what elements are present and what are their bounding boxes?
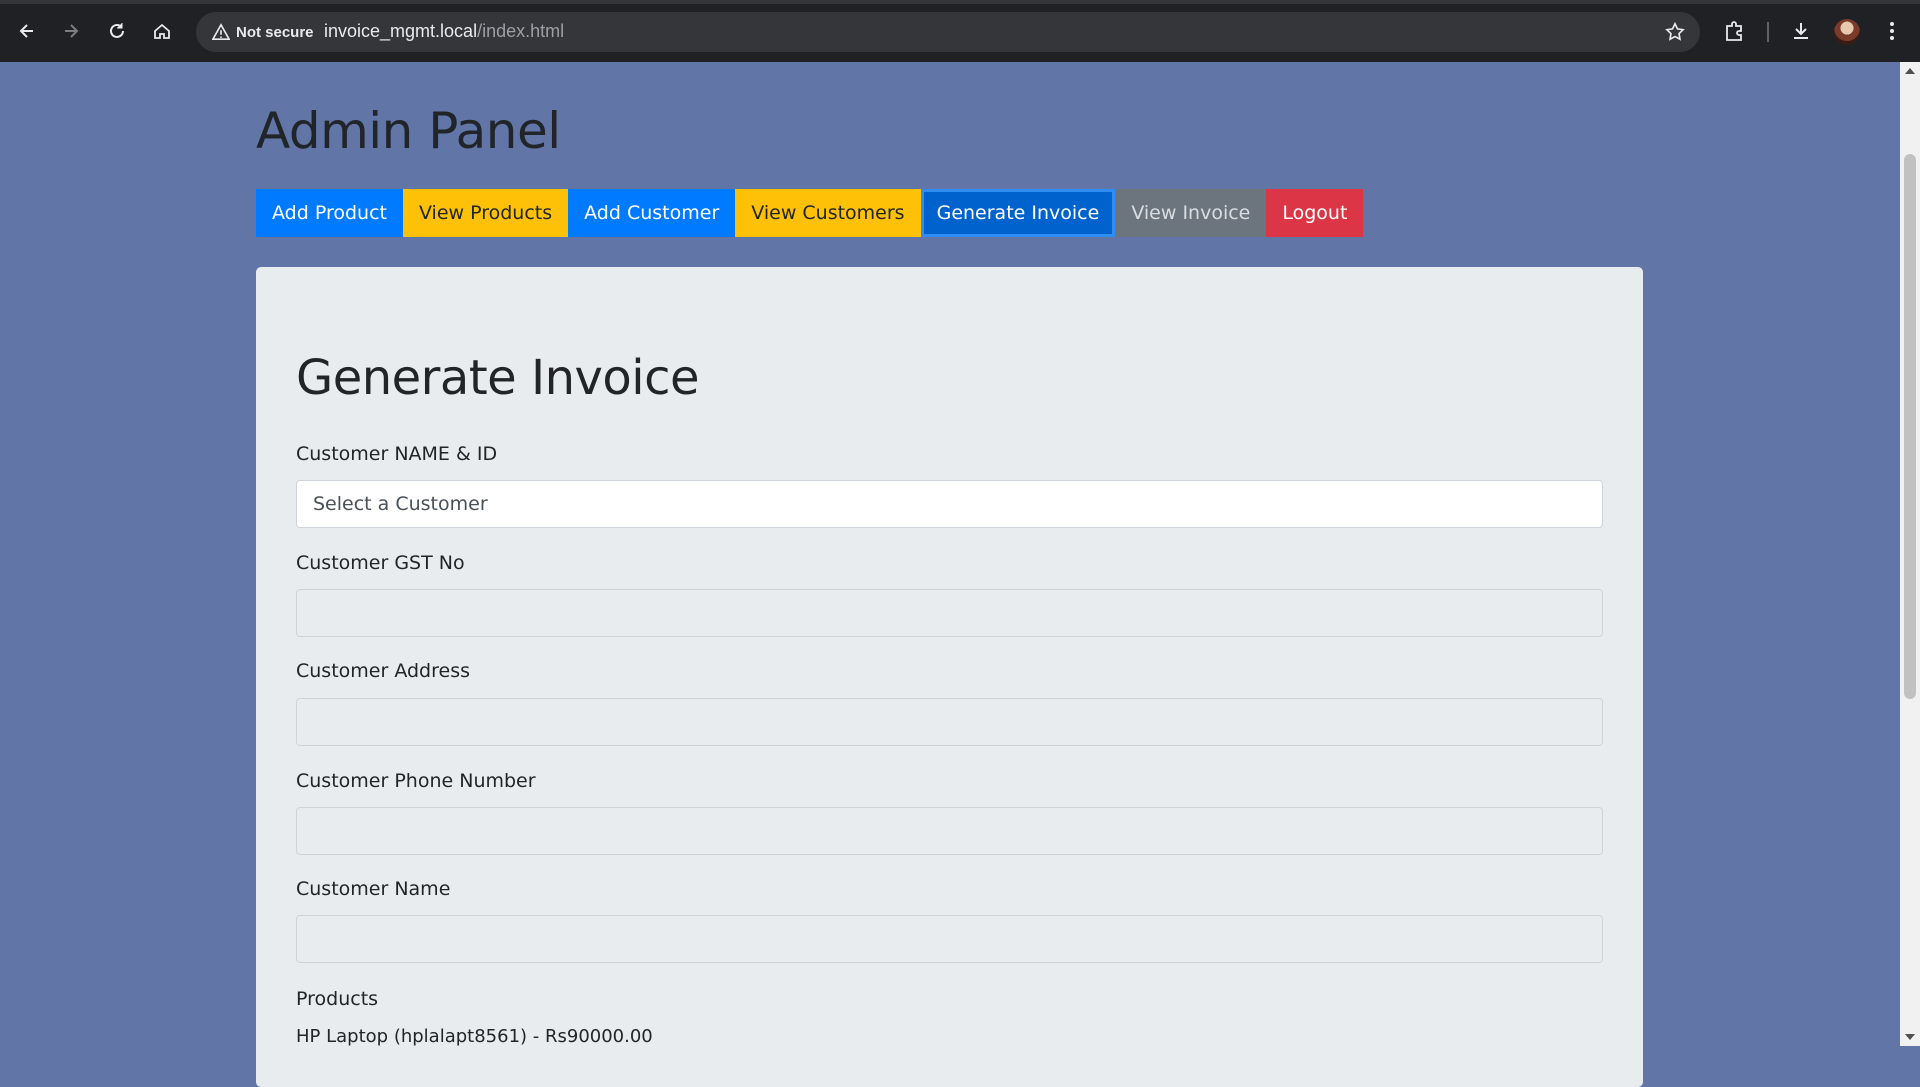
url-host: invoice_mgmt.local (324, 21, 478, 41)
gst-field[interactable] (296, 589, 1603, 637)
phone-label: Customer Phone Number (296, 770, 536, 792)
address-bar[interactable]: Not secure invoice_mgmt.local/index.html (196, 12, 1700, 52)
nav-view-customers-button[interactable]: View Customers (735, 189, 921, 237)
url-text[interactable]: invoice_mgmt.local/index.html (324, 21, 564, 42)
nav-view-products-button[interactable]: View Products (402, 189, 569, 237)
extensions-button[interactable] (1722, 18, 1748, 44)
arrow-left-icon (19, 24, 33, 38)
address-label: Customer Address (296, 660, 470, 682)
scroll-up-arrow-icon[interactable] (1905, 68, 1915, 74)
invoice-form-card: Generate Invoice Customer NAME & ID Sele… (256, 267, 1643, 1087)
nav-view-invoice-button[interactable]: View Invoice (1115, 189, 1267, 237)
nav-generate-invoice-button[interactable]: Generate Invoice (920, 189, 1116, 237)
page-title: Admin Panel (256, 102, 561, 160)
admin-nav: Add Product View Products Add Customer V… (256, 189, 1364, 237)
downloads-button[interactable] (1788, 18, 1814, 44)
security-indicator[interactable]: Not secure (206, 18, 324, 46)
scrollbar-thumb[interactable] (1904, 154, 1916, 699)
nav-add-customer-button[interactable]: Add Customer (568, 189, 736, 237)
reload-button[interactable] (102, 16, 132, 46)
home-icon (154, 23, 170, 39)
products-label: Products (296, 988, 379, 1010)
profile-avatar[interactable] (1834, 19, 1860, 45)
nav-logout-button[interactable]: Logout (1266, 189, 1364, 237)
url-path: /index.html (477, 21, 565, 41)
address-field[interactable] (296, 698, 1603, 746)
phone-field[interactable] (296, 807, 1603, 855)
browser-toolbar: Not secure invoice_mgmt.local/index.html (0, 0, 1920, 62)
tab-strip (0, 0, 1920, 4)
back-button[interactable] (12, 16, 42, 46)
arrow-right-icon (65, 24, 79, 38)
page-scrollbar[interactable] (1900, 62, 1920, 1046)
customer-select-label: Customer NAME & ID (296, 443, 498, 465)
customer-select[interactable]: Select a Customer (296, 480, 1603, 528)
home-button[interactable] (147, 16, 177, 46)
name-label: Customer Name (296, 878, 451, 900)
browser-menu-button[interactable] (1879, 18, 1905, 44)
gst-label: Customer GST No (296, 552, 465, 574)
warning-icon (212, 23, 230, 41)
form-heading: Generate Invoice (296, 350, 700, 406)
download-icon (1794, 23, 1808, 39)
kebab-menu-icon (1890, 22, 1894, 40)
name-field[interactable] (296, 915, 1603, 963)
security-label: Not secure (236, 23, 314, 41)
product-item[interactable]: HP Laptop (hplalapt8561) - Rs90000.00 (296, 1026, 653, 1047)
reload-icon (110, 23, 124, 38)
scroll-down-arrow-icon[interactable] (1905, 1034, 1915, 1040)
page-viewport: Admin Panel Add Product View Products Ad… (0, 62, 1900, 1087)
forward-button[interactable] (56, 16, 86, 46)
puzzle-icon (1726, 21, 1742, 41)
toolbar-divider (1767, 22, 1769, 42)
nav-add-product-button[interactable]: Add Product (256, 189, 403, 237)
bookmark-star-icon[interactable] (1664, 21, 1686, 43)
